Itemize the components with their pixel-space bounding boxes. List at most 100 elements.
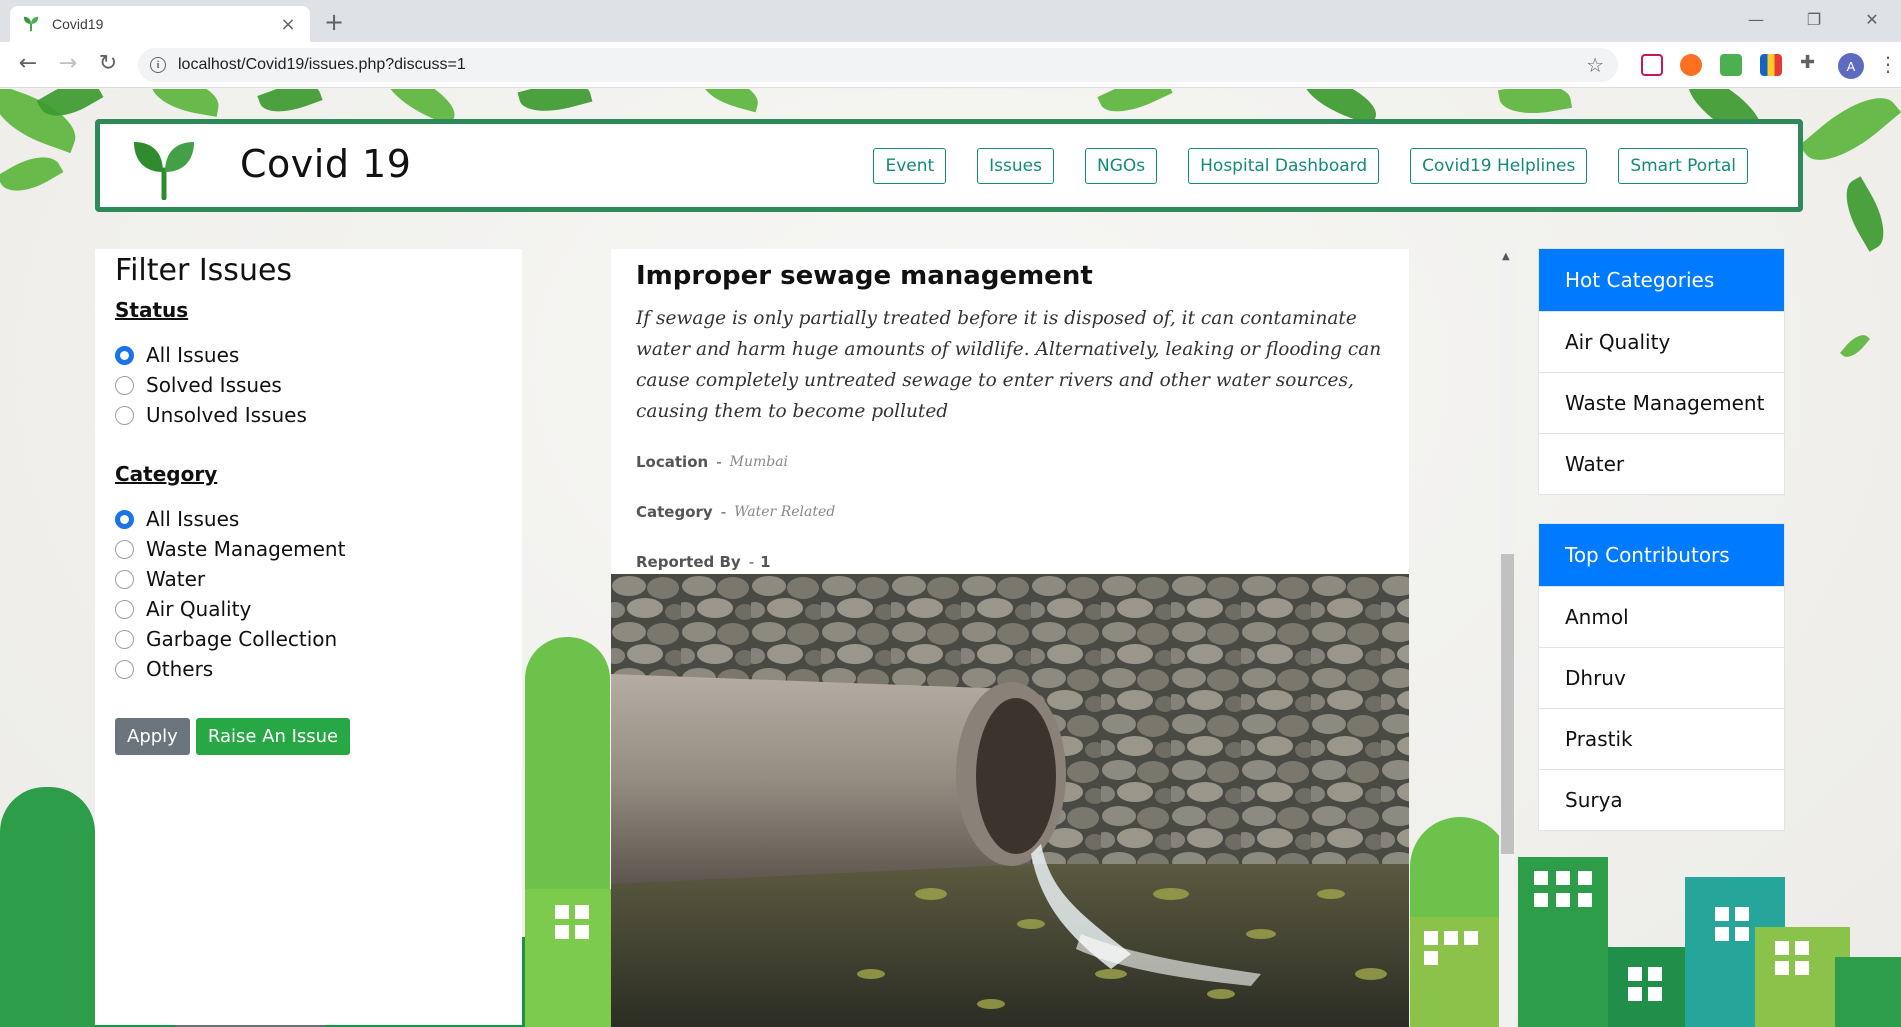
category-option-label: Waste Management	[146, 537, 346, 561]
nav-issues[interactable]: Issues	[977, 148, 1054, 184]
new-tab-button[interactable]: +	[324, 8, 344, 36]
hot-categories-title: Hot Categories	[1539, 249, 1784, 311]
radio-button[interactable]	[115, 509, 134, 529]
back-arrow-icon[interactable]: ←	[14, 51, 42, 76]
close-window-button[interactable]: ✕	[1843, 0, 1901, 38]
category-option-label: Garbage Collection	[146, 627, 338, 651]
browser-tab[interactable]: Covid19 ×	[10, 6, 310, 42]
forward-arrow-icon[interactable]: →	[54, 51, 82, 76]
hot-category-item[interactable]: Waste Management	[1539, 372, 1784, 433]
issue-location: Location - Mumbai	[636, 447, 1409, 477]
radio-button[interactable]	[115, 659, 134, 679]
issue-title: Improper sewage management	[636, 261, 1093, 291]
sewage-pipe-image	[611, 574, 1409, 1027]
category-value: Water Related	[734, 504, 836, 520]
building-decoration	[1518, 857, 1608, 1027]
radio-button[interactable]	[115, 629, 134, 649]
sprout-favicon-icon	[23, 16, 39, 32]
orange-extension-icon[interactable]	[1680, 54, 1702, 76]
site-info-icon[interactable]: i	[150, 57, 166, 73]
hot-category-item[interactable]: Water	[1539, 433, 1784, 494]
nav-ngos[interactable]: NGOs	[1085, 148, 1158, 184]
leaf-decoration	[697, 89, 763, 113]
status-radio-group: All Issues Solved Issues Unsolved Issues	[115, 340, 502, 430]
brand-title[interactable]: Covid 19	[240, 142, 411, 186]
category-section-title: Category	[115, 462, 218, 486]
building-decoration	[1410, 917, 1500, 1027]
contributor-item[interactable]: Prastik	[1539, 708, 1784, 769]
radio-button[interactable]	[115, 569, 134, 589]
extensions-puzzle-icon[interactable]: ✚	[1800, 52, 1822, 74]
restore-button[interactable]: ❐	[1785, 0, 1843, 38]
radio-button[interactable]	[115, 345, 134, 365]
category-option-label: Air Quality	[146, 597, 252, 621]
category-option[interactable]: Waste Management	[115, 534, 502, 564]
category-option-label: Others	[146, 657, 214, 681]
leaf-decoration	[0, 146, 64, 202]
leaf-decoration	[147, 89, 223, 117]
nav-hospital-dashboard[interactable]: Hospital Dashboard	[1188, 148, 1380, 184]
green-extension-icon[interactable]	[1720, 54, 1742, 76]
status-option[interactable]: Unsolved Issues	[115, 400, 502, 430]
radio-button[interactable]	[115, 599, 134, 619]
category-label: Category	[636, 503, 713, 521]
status-option[interactable]: Solved Issues	[115, 370, 502, 400]
raise-issue-button[interactable]: Raise An Issue	[195, 718, 351, 755]
flag-extension-icon[interactable]	[1760, 54, 1782, 76]
category-option[interactable]: Air Quality	[115, 594, 502, 624]
category-option[interactable]: Garbage Collection	[115, 624, 502, 654]
top-contributors-card: Top Contributors Anmol Dhruv Prastik Sur…	[1538, 523, 1785, 831]
reload-icon[interactable]: ↻	[94, 51, 122, 76]
leaf-decoration	[1097, 89, 1173, 123]
tree-decoration	[0, 787, 95, 1027]
status-option-label: Solved Issues	[146, 373, 282, 397]
profile-avatar[interactable]: A	[1838, 53, 1864, 79]
status-option[interactable]: All Issues	[115, 340, 502, 370]
radio-button[interactable]	[115, 405, 134, 425]
tab-title: Covid19	[52, 16, 104, 32]
contributor-item[interactable]: Surya	[1539, 769, 1784, 830]
filter-title: Filter Issues	[115, 253, 293, 288]
apply-button[interactable]: Apply	[115, 718, 190, 755]
issue-photo	[611, 574, 1409, 1027]
category-option[interactable]: All Issues	[115, 504, 502, 534]
pocket-extension-icon[interactable]	[1641, 54, 1663, 76]
scroll-up-arrow-icon[interactable]: ▲	[1502, 251, 1510, 262]
nav-covid19-helplines[interactable]: Covid19 Helplines	[1410, 148, 1588, 184]
minimize-button[interactable]: —	[1727, 0, 1785, 38]
leaf-decoration	[1798, 89, 1901, 177]
bookmark-star-icon[interactable]: ☆	[1586, 53, 1604, 77]
building-decoration	[525, 889, 611, 1027]
browser-tabbar: Covid19 × + — ❐ ✕	[0, 0, 1901, 42]
contributor-item[interactable]: Dhruv	[1539, 647, 1784, 708]
url-text[interactable]: localhost/Covid19/issues.php?discuss=1	[178, 56, 1586, 74]
radio-button[interactable]	[115, 375, 134, 395]
contributor-item[interactable]: Anmol	[1539, 586, 1784, 647]
nav-event[interactable]: Event	[873, 148, 947, 184]
leaf-decoration	[1497, 89, 1573, 120]
hot-category-item[interactable]: Air Quality	[1539, 311, 1784, 372]
hot-categories-card: Hot Categories Air Quality Waste Managem…	[1538, 248, 1785, 495]
reported-by-value: 1	[760, 553, 771, 571]
tab-close-icon[interactable]: ×	[278, 14, 298, 35]
issue-category: Category - Water Related	[636, 497, 1409, 527]
scrollbar-thumb[interactable]	[1501, 554, 1514, 854]
browser-toolbar: ← → ↻ i localhost/Covid19/issues.php?dis…	[0, 42, 1901, 88]
menu-kebab-icon[interactable]: ⋮	[1878, 52, 1898, 76]
reported-by-label: Reported By	[636, 553, 741, 571]
nav-smart-portal[interactable]: Smart Portal	[1618, 148, 1748, 184]
status-section-title: Status	[115, 298, 189, 322]
filter-panel: Filter Issues Status All Issues Solved I…	[95, 249, 522, 1025]
issue-description: If sewage is only partially treated befo…	[636, 308, 1382, 422]
category-option[interactable]: Others	[115, 654, 502, 684]
location-label: Location	[636, 453, 709, 471]
meta-separator: -	[748, 553, 755, 571]
address-bar[interactable]: i localhost/Covid19/issues.php?discuss=1…	[138, 48, 1618, 82]
status-option-label: All Issues	[146, 343, 240, 367]
filter-actions: Apply Raise An Issue	[115, 718, 502, 755]
radio-button[interactable]	[115, 539, 134, 559]
category-option[interactable]: Water	[115, 564, 502, 594]
leaf-decoration	[257, 89, 323, 121]
category-option-label: All Issues	[146, 507, 240, 531]
leaf-decoration	[1834, 176, 1896, 252]
